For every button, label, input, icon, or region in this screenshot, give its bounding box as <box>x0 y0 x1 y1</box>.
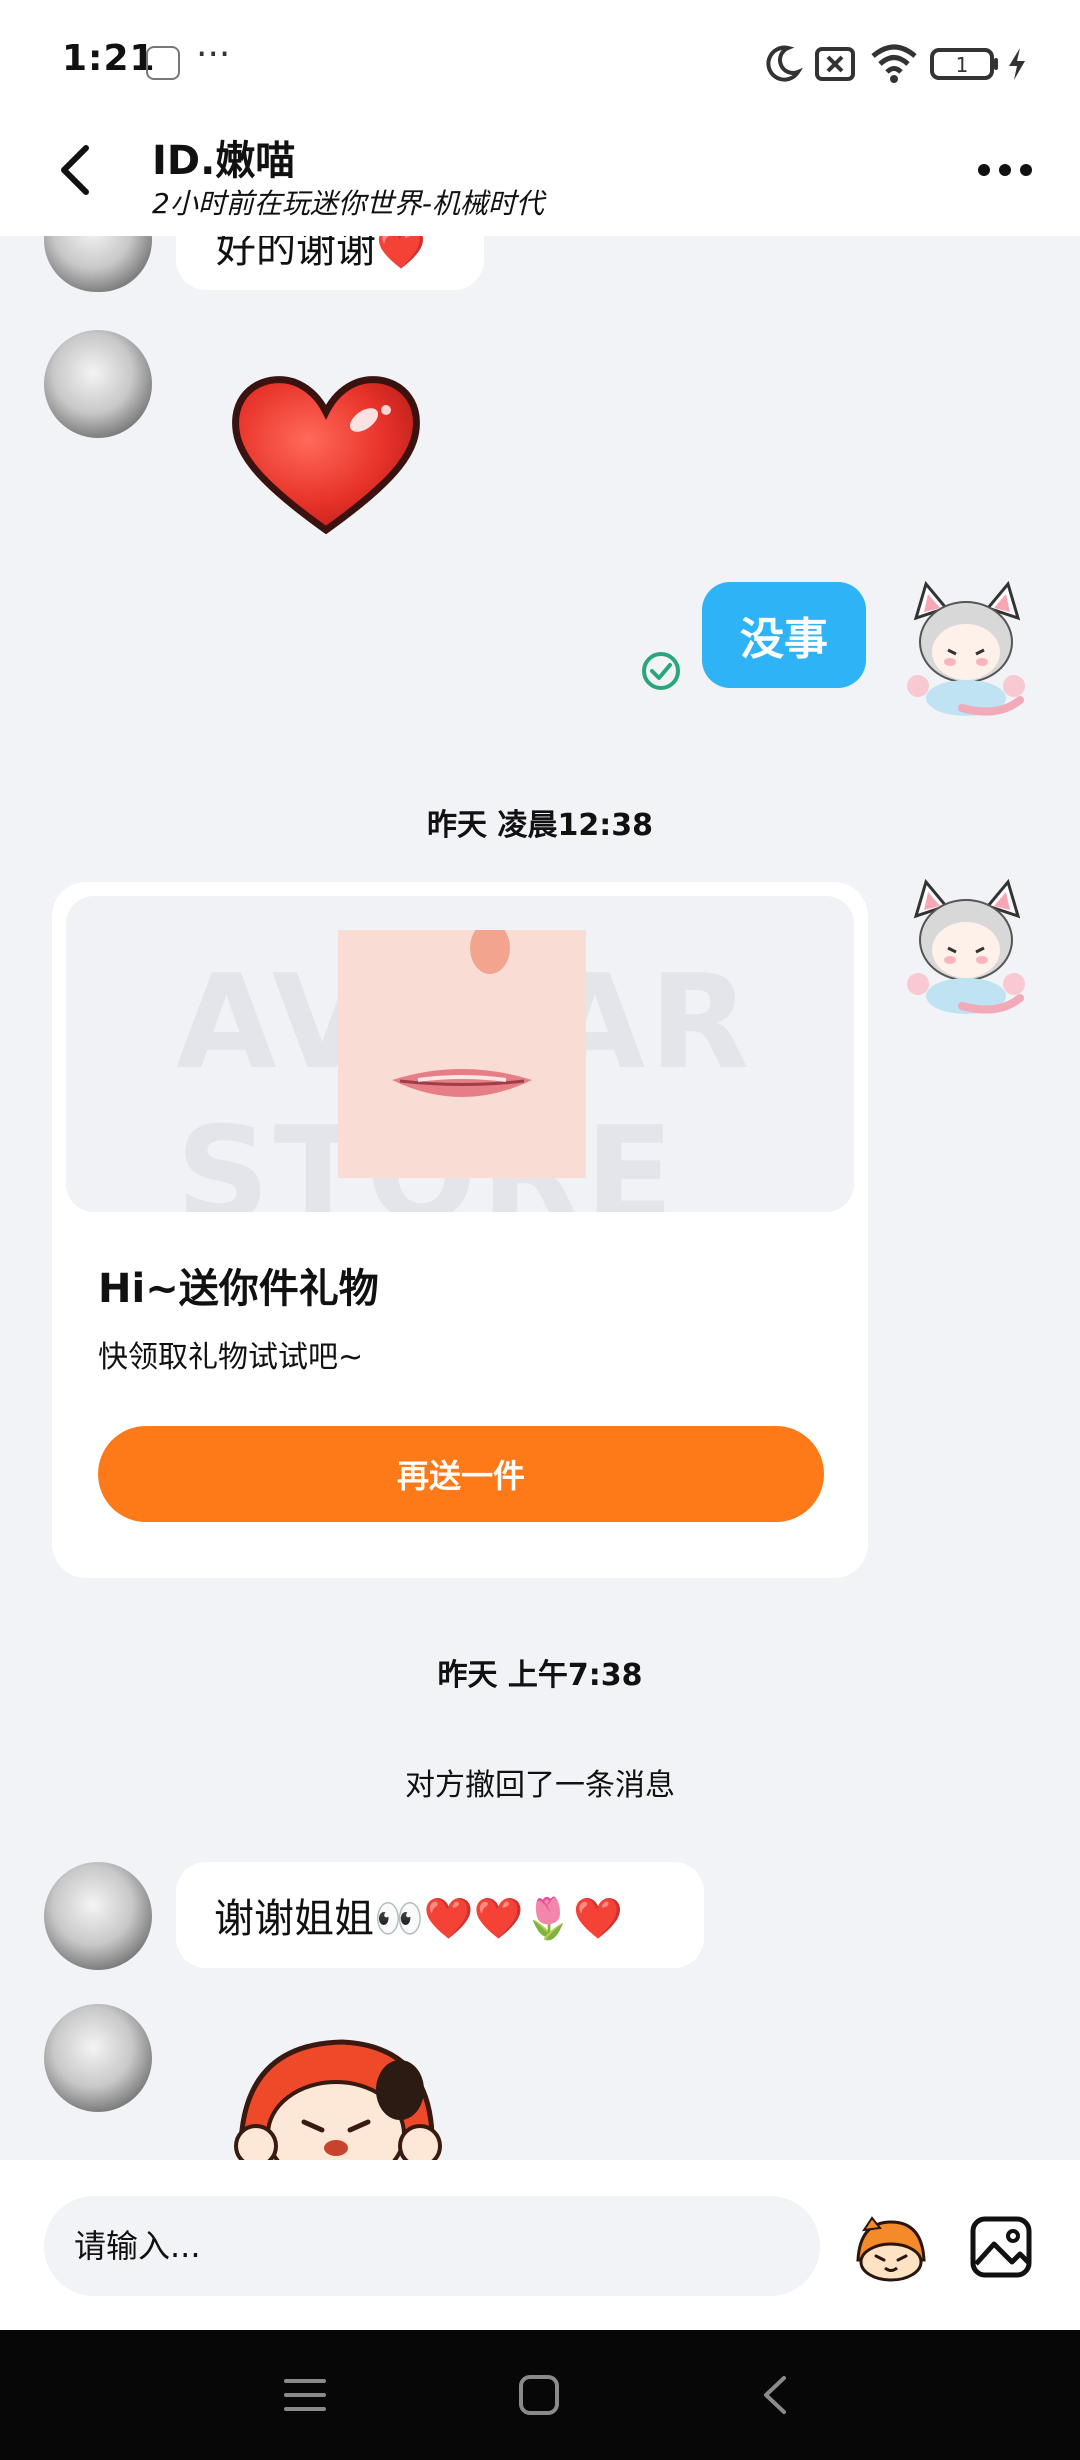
battery-icon: 1 <box>930 48 998 80</box>
gift-item-image[interactable] <box>338 930 586 1178</box>
gift-description: 快领取礼物试试吧~ <box>98 1340 364 1375</box>
emoji-mascot-icon[interactable] <box>852 2216 930 2282</box>
message-input[interactable] <box>44 2196 820 2296</box>
contact-avatar[interactable] <box>44 2004 152 2112</box>
my-message-bubble: 没事 <box>702 582 866 688</box>
battery-label: 1 <box>956 53 969 77</box>
my-avatar[interactable] <box>902 876 1032 1020</box>
sim-blocked-icon <box>815 47 855 81</box>
gift-title: Hi~送你件礼物 <box>98 1266 379 1312</box>
red-heart-sticker[interactable] <box>226 370 426 540</box>
app-notification-icon <box>146 46 180 80</box>
back-icon[interactable] <box>752 2372 798 2418</box>
chat-subtitle-label: 2小时前在玩迷你世界-机械时代 <box>152 187 544 220</box>
message-text: 谢谢姐姐👀❤️❤️🌷❤️ <box>214 1896 624 1942</box>
timestamp-label: 昨天 上午7:38 <box>437 1658 643 1693</box>
menu-icon[interactable] <box>282 2372 328 2418</box>
check-circle-icon <box>642 652 680 690</box>
moon-icon <box>766 45 803 82</box>
my-avatar[interactable] <box>902 578 1032 722</box>
status-time: 1:21 <box>62 38 156 79</box>
status-more-indicator: ··· <box>196 34 231 75</box>
contact-avatar[interactable] <box>44 330 152 438</box>
timestamp-label: 昨天 凌晨12:38 <box>427 808 653 843</box>
wifi-icon <box>871 44 917 83</box>
chat-title-label: ID.嫩喵 <box>152 138 296 184</box>
orange-cat-sticker[interactable] <box>232 2034 442 2160</box>
send-another-gift-button[interactable]: 再送一件 <box>98 1426 824 1522</box>
image-picker-button[interactable] <box>968 2214 1034 2280</box>
more-dots-icon <box>978 164 1032 176</box>
back-icon <box>61 145 89 195</box>
home-icon[interactable] <box>516 2372 562 2418</box>
charging-icon <box>1009 48 1025 80</box>
recall-notice: 对方撤回了一条消息 <box>405 1768 675 1803</box>
message-bubble: 谢谢姐姐👀❤️❤️🌷❤️ <box>176 1862 704 1968</box>
contact-avatar[interactable] <box>44 1862 152 1970</box>
my-message-text: 没事 <box>740 614 828 665</box>
